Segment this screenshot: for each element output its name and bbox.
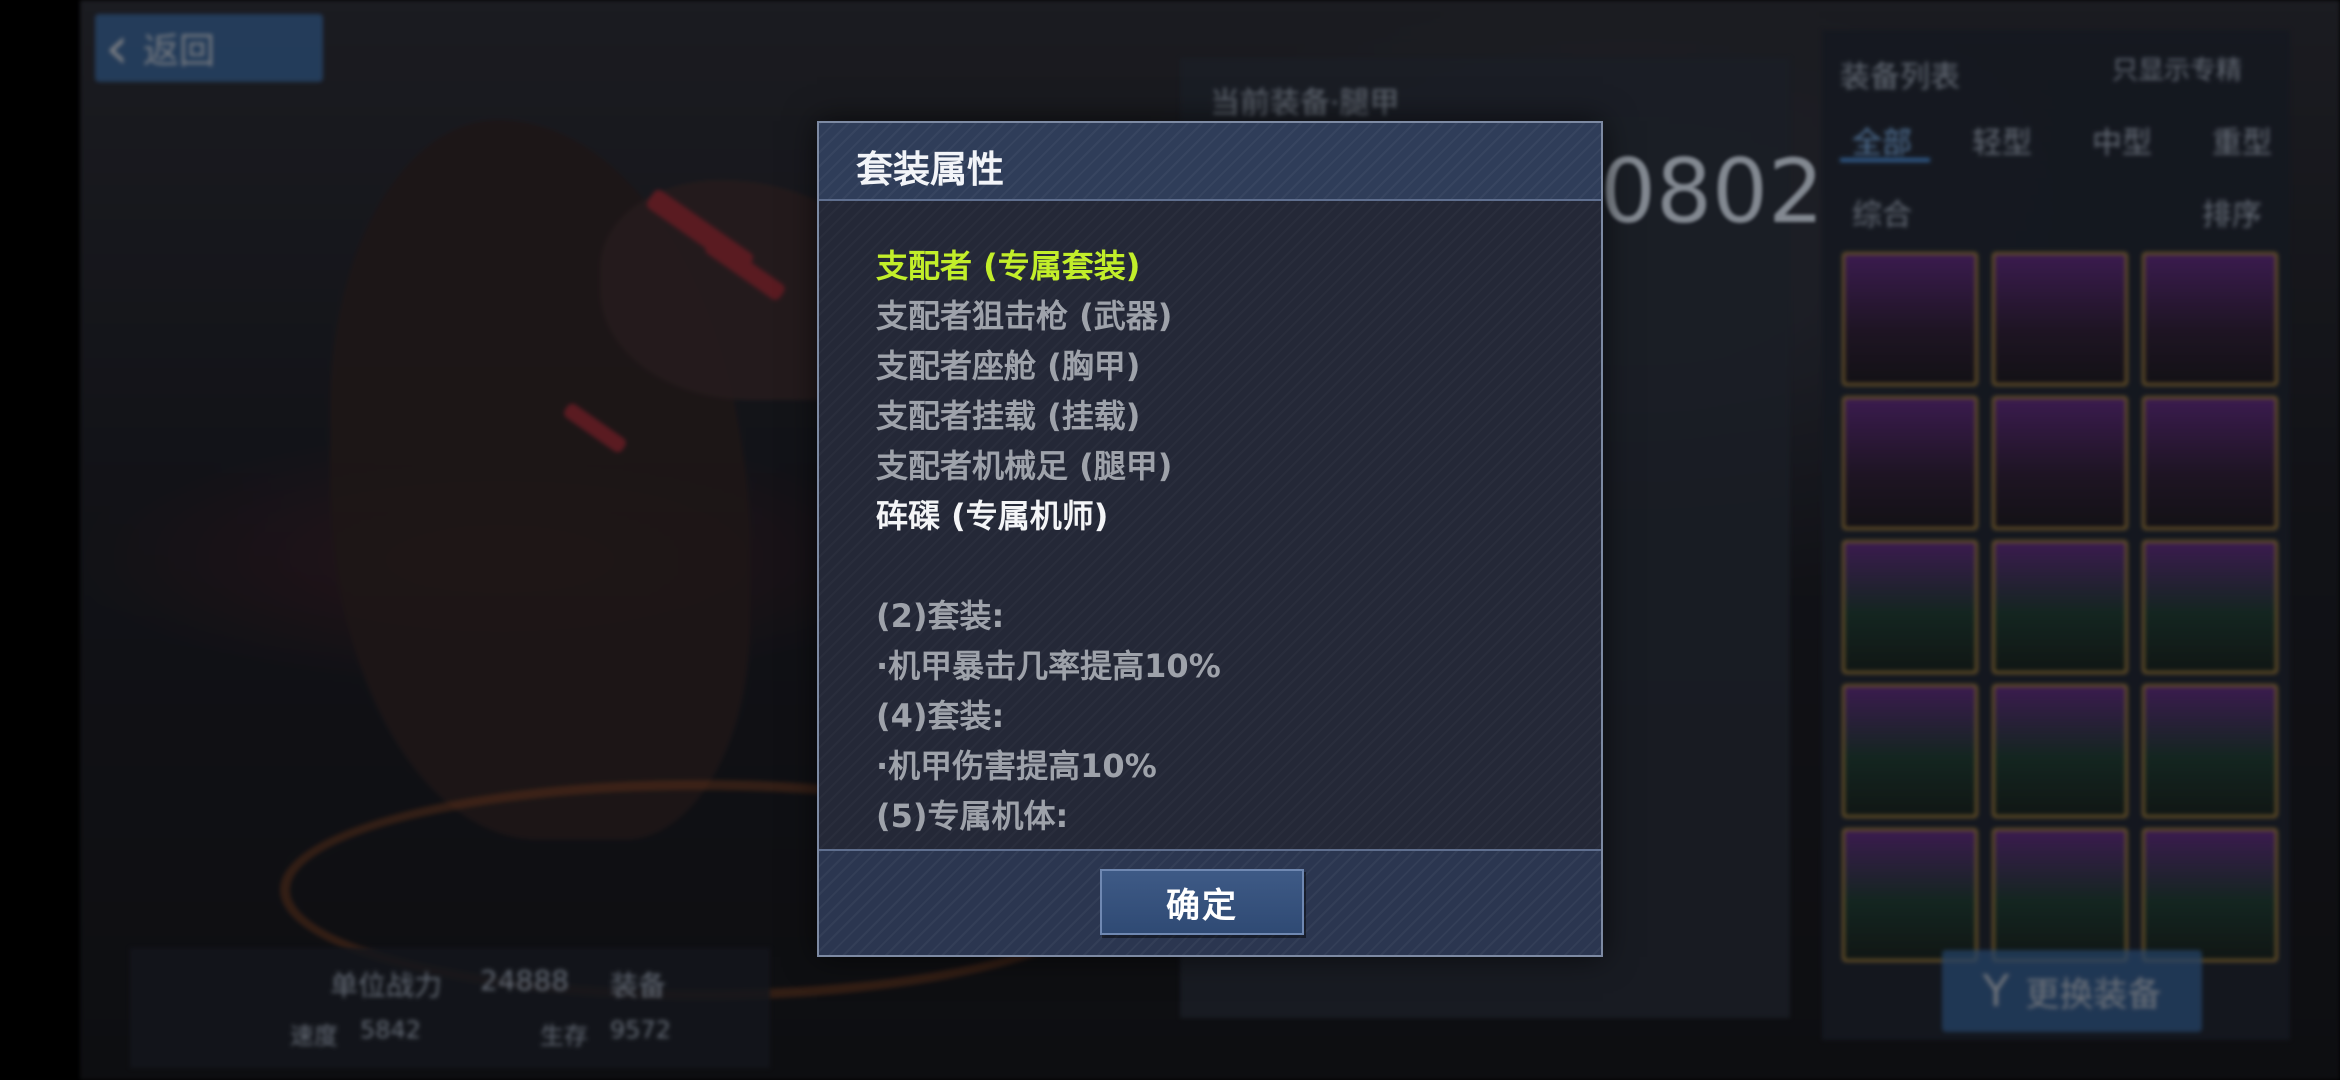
set-bonus-2-effect: ·机甲暴击几率提高10% [876, 647, 1221, 685]
set-piece-legs: 支配者机械足 (腿甲) [876, 447, 1173, 485]
set-piece-chest: 支配者座舱 (胸甲) [876, 347, 1141, 385]
confirm-button[interactable]: 确定 [1100, 869, 1304, 935]
dialog-body[interactable]: 支配者 (专属套装) 支配者狙击枪 (武器) 支配者座舱 (胸甲) 支配者挂载 … [819, 201, 1601, 851]
set-name: 支配者 (专属套装) [876, 247, 1141, 285]
dialog-header: 套装属性 [819, 123, 1601, 201]
dialog-title: 套装属性 [856, 148, 1004, 191]
set-bonus-5-heading: (5)专属机体: [876, 797, 1069, 835]
set-piece-weapon: 支配者狙击枪 (武器) [876, 297, 1173, 335]
set-bonus-2-heading: (2)套装: [876, 597, 1005, 635]
set-bonus-4-effect: ·机甲伤害提高10% [876, 747, 1157, 785]
set-pilot: 砗磲 (专属机师) [876, 497, 1109, 535]
set-piece-mount: 支配者挂载 (挂载) [876, 397, 1141, 435]
dialog-footer: 确定 [819, 849, 1601, 955]
set-attributes-dialog: 套装属性 支配者 (专属套装) 支配者狙击枪 (武器) 支配者座舱 (胸甲) 支… [817, 121, 1603, 957]
set-bonus-4-heading: (4)套装: [876, 697, 1005, 735]
